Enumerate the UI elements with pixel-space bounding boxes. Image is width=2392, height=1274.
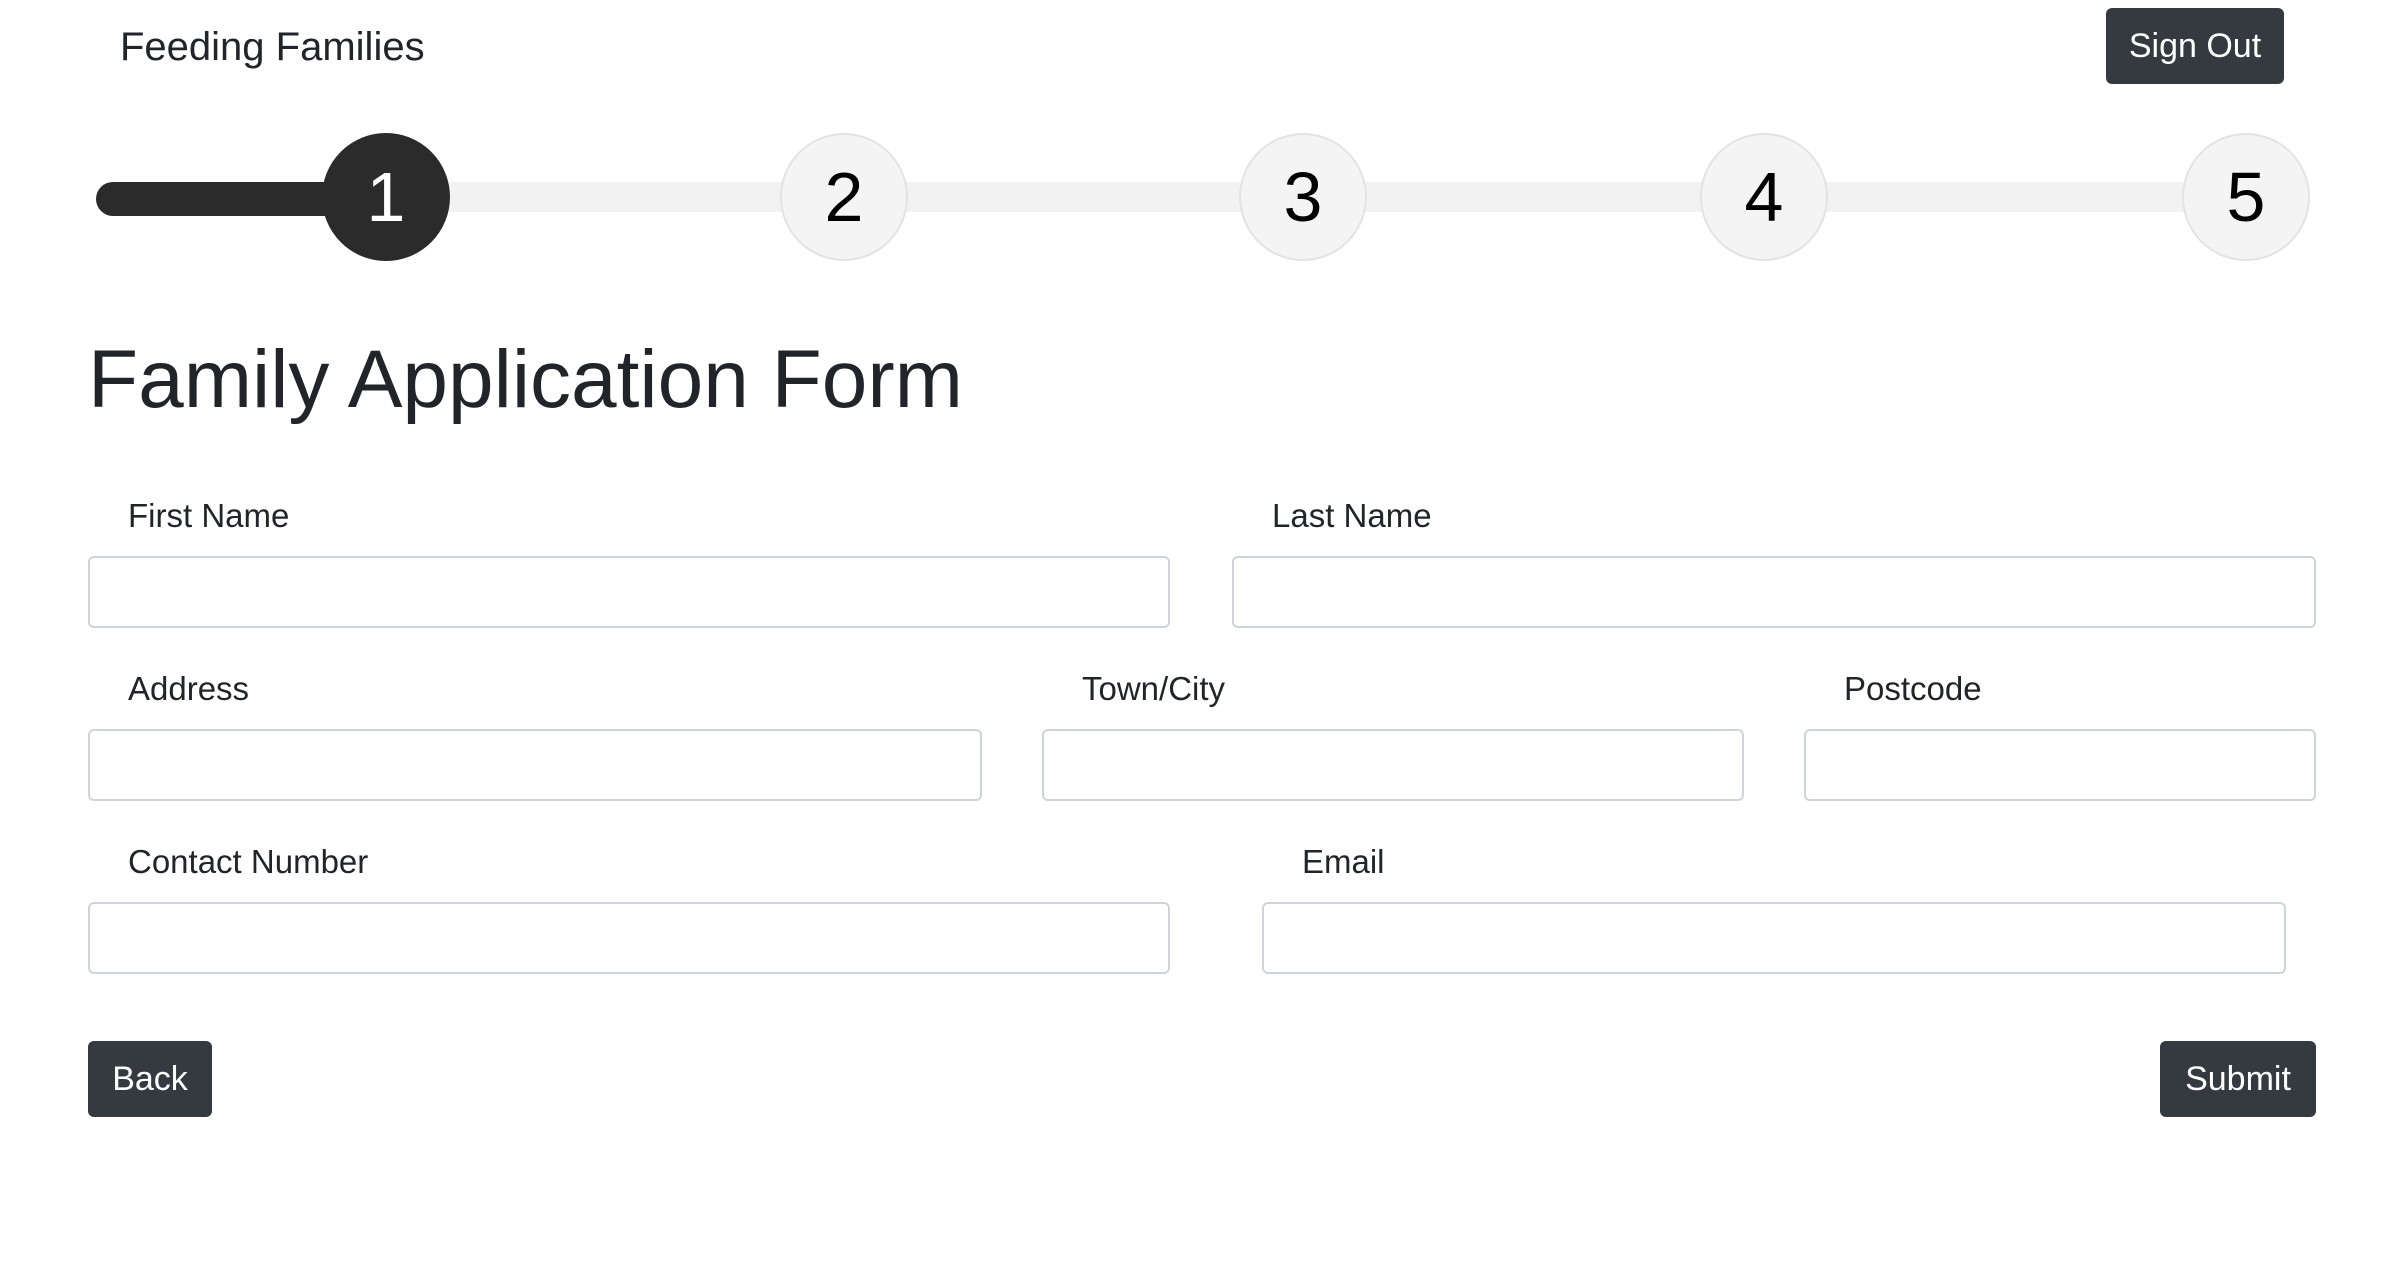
back-button[interactable]: Back xyxy=(88,1041,212,1117)
last-name-input[interactable] xyxy=(1232,556,2316,628)
contact-number-input[interactable] xyxy=(88,902,1170,974)
step-2[interactable]: 2 xyxy=(780,133,908,261)
town-city-input[interactable] xyxy=(1042,729,1744,801)
page-title: Family Application Form xyxy=(88,334,963,425)
first-name-label: First Name xyxy=(128,497,290,534)
email-label: Email xyxy=(1302,843,1385,880)
postcode-input[interactable] xyxy=(1804,729,2316,801)
brand-title: Feeding Families xyxy=(120,25,425,69)
email-input[interactable] xyxy=(1262,902,2286,974)
step-4[interactable]: 4 xyxy=(1700,133,1828,261)
postcode-label: Postcode xyxy=(1844,670,1982,707)
town-city-label: Town/City xyxy=(1082,670,1226,707)
sign-out-button[interactable]: Sign Out xyxy=(2106,8,2284,84)
step-3[interactable]: 3 xyxy=(1239,133,1367,261)
step-1[interactable]: 1 xyxy=(322,133,450,261)
address-label: Address xyxy=(128,670,250,707)
step-5[interactable]: 5 xyxy=(2182,133,2310,261)
address-input[interactable] xyxy=(88,729,982,801)
contact-number-label: Contact Number xyxy=(128,843,369,880)
submit-button[interactable]: Submit xyxy=(2160,1041,2316,1117)
last-name-label: Last Name xyxy=(1272,497,1432,534)
progress-stepper: 1 2 3 4 5 xyxy=(96,132,2310,262)
first-name-input[interactable] xyxy=(88,556,1170,628)
